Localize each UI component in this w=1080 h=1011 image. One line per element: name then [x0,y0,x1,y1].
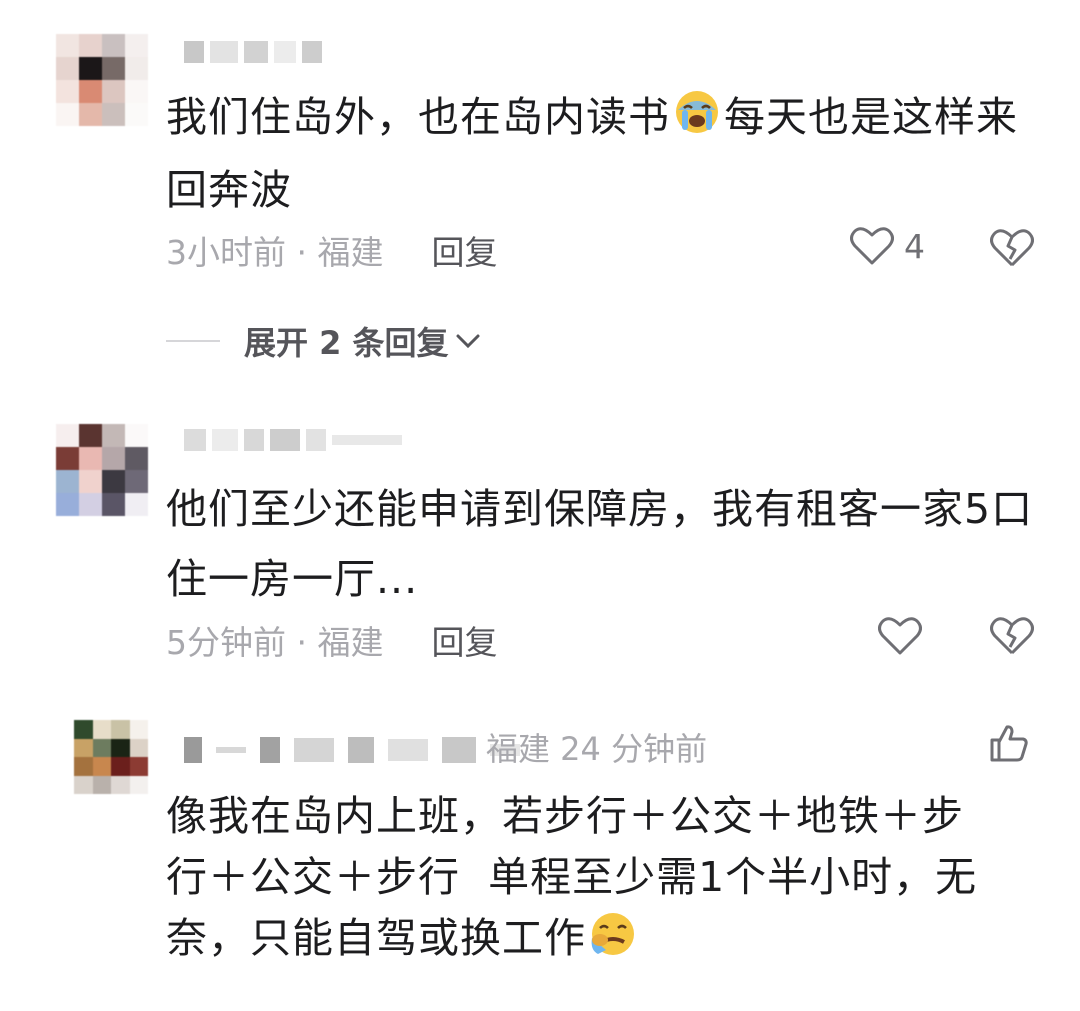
chevron-down-icon [455,331,481,351]
time-location: 3小时前 · 福建 [166,233,384,272]
heart-icon [850,226,894,266]
divider-line [166,340,220,342]
expand-replies-label: 展开 2 条回复 [244,324,449,362]
like-count: 4 [904,226,925,266]
username-blurred[interactable] [184,730,520,770]
comment-text: 像我在岛内上班，若步行＋公交＋地铁＋步 行＋公交＋步行 单程至少需1个半小时，无… [166,786,1066,973]
loudly-crying-face-emoji [672,85,722,155]
avatar[interactable] [74,720,148,794]
username-blurred[interactable] [184,32,322,72]
crying-face-emoji [588,910,638,973]
comment-meta: 3小时前 · 福建 回复 [166,226,497,274]
reply-button[interactable]: 回复 [431,616,497,664]
location-time: 福建 24 分钟前 [486,730,708,768]
thumbs-up-icon[interactable] [988,722,1030,764]
broken-heart-icon[interactable] [990,228,1034,268]
time-location: 5分钟前 · 福建 [166,623,384,662]
heart-icon[interactable] [878,616,922,656]
comment-text: 我们住岛外，也在岛内读书 每天也是这样来 回奔波 [166,82,1046,225]
comment-text: 他们至少还能申请到保障房，我有租客一家5口 住一房一厅... [166,485,1034,603]
broken-heart-icon[interactable] [990,616,1034,656]
expand-replies-button[interactable]: 展开 2 条回复 [166,318,481,364]
comment-meta: 5分钟前 · 福建 回复 [166,616,497,664]
like-button[interactable]: 4 [850,226,925,266]
username-blurred[interactable] [184,420,402,460]
avatar[interactable] [56,424,148,516]
reply-button[interactable]: 回复 [431,226,497,274]
avatar[interactable] [56,34,148,126]
